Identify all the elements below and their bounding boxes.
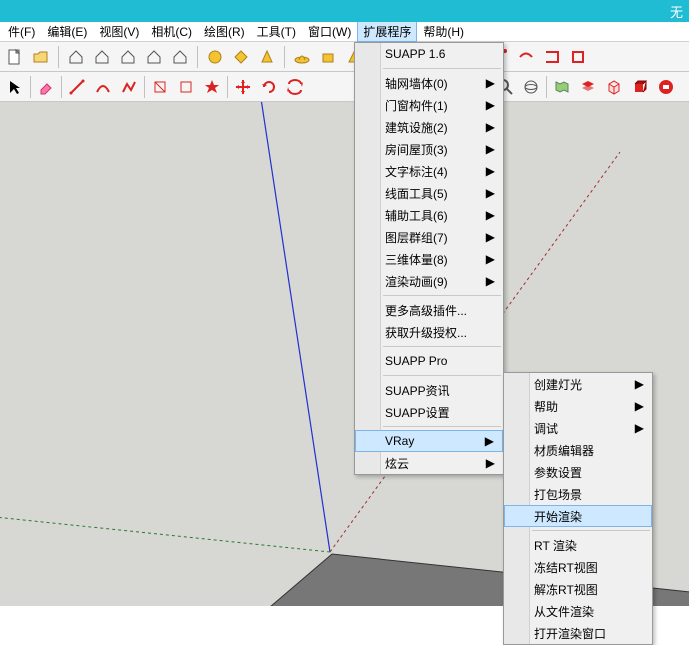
stop-red-icon[interactable]	[655, 76, 677, 98]
map-icon[interactable]	[551, 76, 573, 98]
chevron-right-icon: ▶	[635, 377, 644, 391]
menu-suapp-settings[interactable]: SUAPP设置	[355, 401, 503, 423]
menu-bar: 件(F) 编辑(E) 视图(V) 相机(C) 绘图(R) 工具(T) 窗口(W)…	[0, 22, 689, 42]
line-red-icon[interactable]	[66, 76, 88, 98]
chevron-right-icon: ▶	[486, 98, 495, 112]
shape2-red-icon[interactable]	[175, 76, 197, 98]
chevron-right-icon: ▶	[486, 76, 495, 90]
rotate-red-icon[interactable]	[258, 76, 280, 98]
hat-yellow-icon[interactable]	[291, 46, 313, 68]
vray-start-render[interactable]: 开始渲染	[504, 505, 652, 527]
chevron-right-icon: ▶	[486, 274, 495, 288]
tool-red3-icon[interactable]	[541, 46, 563, 68]
tool-red4-icon[interactable]	[567, 46, 589, 68]
vray-param-settings[interactable]: 参数设置	[504, 461, 652, 483]
vray-debug[interactable]: 调试▶	[504, 417, 652, 439]
house5-icon[interactable]	[169, 46, 191, 68]
menu-edit[interactable]: 编辑(E)	[41, 21, 93, 42]
vray-render-from-file[interactable]: 从文件渲染	[504, 600, 652, 622]
menu-room-roof[interactable]: 房间屋顶(3)▶	[355, 138, 503, 160]
extensions-menu: SUAPP 1.6 轴网墙体(0)▶ 门窗构件(1)▶ 建筑设施(2)▶ 房间屋…	[354, 42, 504, 475]
menu-building-facility[interactable]: 建筑设施(2)▶	[355, 116, 503, 138]
menu-xuanyun[interactable]: 炫云▶	[355, 452, 503, 474]
cycle-red-icon[interactable]	[284, 76, 306, 98]
layers-red-icon[interactable]	[577, 76, 599, 98]
menu-view[interactable]: 视图(V)	[93, 21, 145, 42]
chevron-right-icon: ▶	[485, 434, 494, 448]
vray-submenu: 创建灯光▶ 帮助▶ 调试▶ 材质编辑器 参数设置 打包场景 开始渲染 RT 渲染…	[503, 372, 653, 645]
house3-icon[interactable]	[117, 46, 139, 68]
tool-red2-icon[interactable]	[515, 46, 537, 68]
chevron-right-icon: ▶	[635, 399, 644, 413]
cube-red-icon[interactable]	[629, 76, 651, 98]
sphere-yellow-icon[interactable]	[204, 46, 226, 68]
title-bar: 无	[0, 0, 689, 22]
menu-tools[interactable]: 工具(T)	[251, 21, 302, 42]
star-red-icon[interactable]	[201, 76, 223, 98]
house2-icon[interactable]	[91, 46, 113, 68]
menu-suapp-pro[interactable]: SUAPP Pro	[355, 350, 503, 372]
chevron-right-icon: ▶	[486, 164, 495, 178]
move-red-icon[interactable]	[232, 76, 254, 98]
menu-window[interactable]: 窗口(W)	[302, 21, 357, 42]
chevron-right-icon: ▶	[635, 421, 644, 435]
cone-yellow-icon[interactable]	[256, 46, 278, 68]
menu-3d-mass[interactable]: 三维体量(8)▶	[355, 248, 503, 270]
orbit-icon[interactable]	[520, 76, 542, 98]
menu-line-face-tools[interactable]: 线面工具(5)▶	[355, 182, 503, 204]
menu-layer-group[interactable]: 图层群组(7)▶	[355, 226, 503, 248]
chevron-right-icon: ▶	[486, 456, 495, 470]
open-file-icon[interactable]	[30, 46, 52, 68]
new-file-icon[interactable]	[4, 46, 26, 68]
box-3d-icon[interactable]	[603, 76, 625, 98]
pointer-icon[interactable]	[4, 76, 26, 98]
menu-door-window[interactable]: 门窗构件(1)▶	[355, 94, 503, 116]
chevron-right-icon: ▶	[486, 120, 495, 134]
vray-rt-render[interactable]: RT 渲染	[504, 534, 652, 556]
chevron-right-icon: ▶	[486, 208, 495, 222]
chevron-right-icon: ▶	[486, 252, 495, 266]
menu-suapp-news[interactable]: SUAPP资讯	[355, 379, 503, 401]
menu-vray[interactable]: VRay▶	[355, 430, 503, 452]
menu-more-plugins[interactable]: 更多高级插件...	[355, 299, 503, 321]
menu-get-upgrade[interactable]: 获取升级授权...	[355, 321, 503, 343]
lines-red-icon[interactable]	[118, 76, 140, 98]
chevron-right-icon: ▶	[486, 230, 495, 244]
vray-create-light[interactable]: 创建灯光▶	[504, 373, 652, 395]
title-text: 无	[670, 2, 683, 21]
vray-freeze-rt[interactable]: 冻结RT视图	[504, 556, 652, 578]
menu-aux-tools[interactable]: 辅助工具(6)▶	[355, 204, 503, 226]
menu-camera[interactable]: 相机(C)	[145, 21, 198, 42]
menu-render-anim[interactable]: 渲染动画(9)▶	[355, 270, 503, 292]
vray-material-editor[interactable]: 材质编辑器	[504, 439, 652, 461]
menu-help[interactable]: 帮助(H)	[417, 21, 470, 42]
toolbar-1	[0, 42, 689, 72]
toolbar-2	[0, 72, 689, 102]
arc-red-icon[interactable]	[92, 76, 114, 98]
diamond-yellow-icon[interactable]	[230, 46, 252, 68]
chevron-right-icon: ▶	[486, 186, 495, 200]
menu-text-annotation[interactable]: 文字标注(4)▶	[355, 160, 503, 182]
eraser-icon[interactable]	[35, 76, 57, 98]
menu-draw[interactable]: 绘图(R)	[198, 21, 251, 42]
menu-axis-wall[interactable]: 轴网墙体(0)▶	[355, 72, 503, 94]
menu-file[interactable]: 件(F)	[2, 21, 41, 42]
chevron-right-icon: ▶	[486, 142, 495, 156]
vray-pack-scene[interactable]: 打包场景	[504, 483, 652, 505]
menu-suapp16[interactable]: SUAPP 1.6	[355, 43, 503, 65]
menu-extensions[interactable]: 扩展程序	[357, 21, 417, 42]
house1-icon[interactable]	[65, 46, 87, 68]
shape1-red-icon[interactable]	[149, 76, 171, 98]
vray-open-render-window[interactable]: 打开渲染窗口	[504, 622, 652, 644]
vray-unfreeze-rt[interactable]: 解冻RT视图	[504, 578, 652, 600]
vray-help[interactable]: 帮助▶	[504, 395, 652, 417]
house4-icon[interactable]	[143, 46, 165, 68]
box-yellow-icon[interactable]	[317, 46, 339, 68]
